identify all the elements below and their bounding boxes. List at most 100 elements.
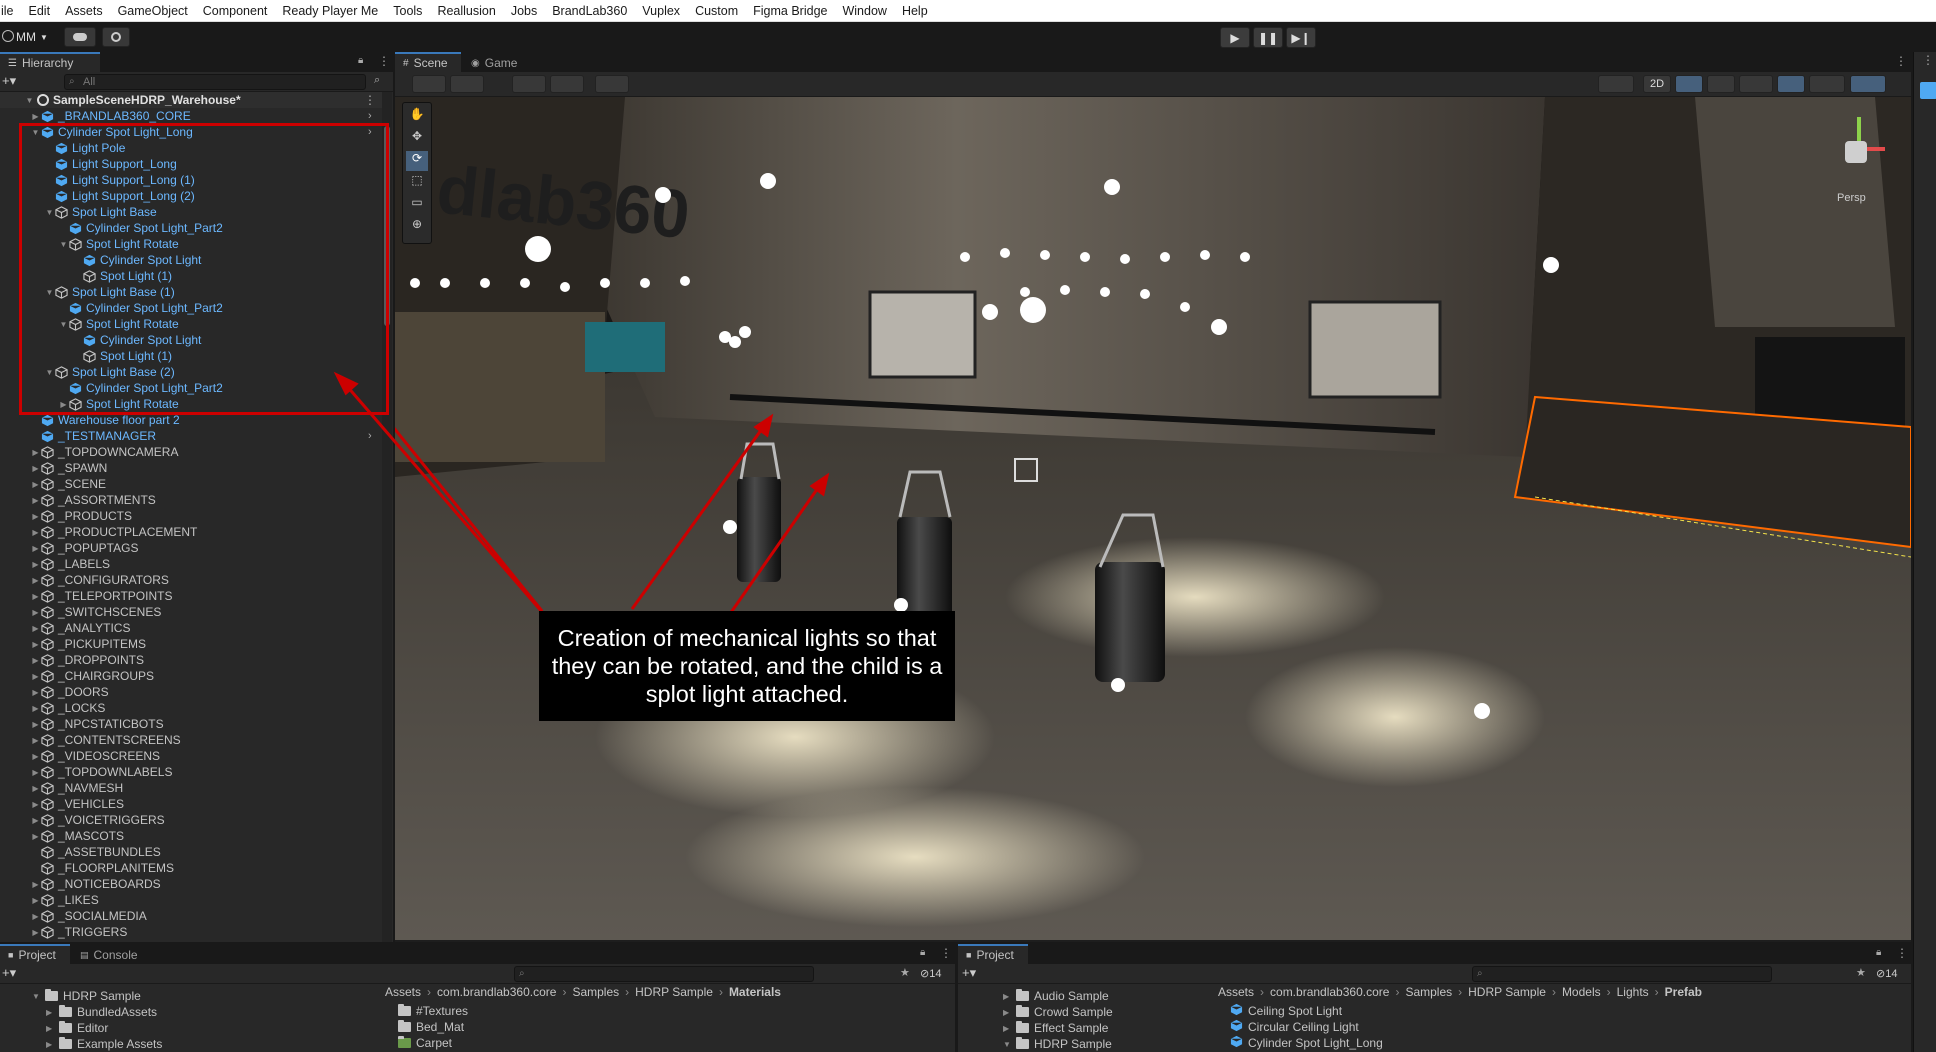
scene-more-icon[interactable]: ⋮ bbox=[1895, 54, 1907, 68]
folder-tree-item[interactable]: ▶ Editor bbox=[46, 1020, 108, 1036]
account-icon[interactable] bbox=[2, 30, 14, 42]
breadcrumb-item[interactable]: Materials bbox=[729, 985, 781, 999]
tab-console[interactable]: ▤ Console bbox=[72, 944, 152, 964]
chevron-right-icon[interactable]: ▶ bbox=[46, 1008, 54, 1017]
hierarchy-item[interactable]: ▶ _TRIGGERS bbox=[0, 924, 390, 940]
breadcrumb-item[interactable]: com.brandlab360.core bbox=[437, 985, 556, 999]
rotate-tool-icon[interactable]: ⟳ bbox=[406, 151, 428, 171]
view-tool-icon[interactable]: ✋ bbox=[406, 107, 428, 127]
folder-tree-item[interactable]: ▼ HDRP Sample bbox=[32, 988, 141, 1004]
chevron-right-icon[interactable]: ▶ bbox=[30, 752, 41, 761]
tab-project-left[interactable]: ■ Project bbox=[0, 944, 70, 964]
breadcrumb-item[interactable]: Samples bbox=[1405, 985, 1452, 999]
chevron-right-icon[interactable]: ▶ bbox=[1003, 992, 1011, 1001]
chevron-right-icon[interactable]: ▶ bbox=[30, 112, 41, 121]
lighting-toggle[interactable] bbox=[1675, 75, 1703, 93]
chevron-down-icon[interactable]: ▼ bbox=[32, 992, 40, 1001]
breadcrumb-item[interactable]: com.brandlab360.core bbox=[1270, 985, 1389, 999]
hierarchy-item[interactable]: ▶ _TOPDOWNCAMERA bbox=[0, 444, 390, 460]
chevron-right-icon[interactable]: ▶ bbox=[46, 1024, 54, 1033]
menu-item[interactable]: Reallusion bbox=[430, 4, 503, 18]
play-button[interactable]: ▶ bbox=[1220, 27, 1250, 48]
rect-tool-icon[interactable]: ▭ bbox=[406, 195, 428, 215]
breadcrumb-item[interactable]: Assets bbox=[385, 985, 421, 999]
hierarchy-item[interactable]: ▶ _SWITCHSCENES bbox=[0, 604, 390, 620]
menu-item[interactable]: Edit bbox=[22, 4, 59, 18]
hierarchy-item[interactable]: _FLOORPLANITEMS bbox=[0, 860, 390, 876]
chevron-down-icon[interactable]: ▼ bbox=[1003, 1040, 1011, 1049]
expand-arrow-icon[interactable]: ▼ bbox=[24, 96, 35, 105]
tab-hierarchy[interactable]: ☰ Hierarchy bbox=[0, 52, 100, 72]
hierarchy-item[interactable]: ▶ _LOCKS bbox=[0, 700, 390, 716]
chevron-right-icon[interactable]: ▶ bbox=[30, 832, 41, 841]
folder-tree-item[interactable]: ▶ BundledAssets bbox=[46, 1004, 157, 1020]
asset-item[interactable]: Cylinder Spot Light_Long bbox=[1230, 1035, 1383, 1051]
collab-button[interactable] bbox=[102, 27, 130, 47]
scale-tool-icon[interactable]: ⬚ bbox=[406, 173, 428, 193]
asset-item[interactable]: Carpet bbox=[398, 1035, 452, 1051]
add-icon[interactable]: +▾ bbox=[2, 73, 16, 89]
hierarchy-item[interactable]: ▶ _TELEPORTPOINTS bbox=[0, 588, 390, 604]
hierarchy-item[interactable]: ▶ _DOORS bbox=[0, 684, 390, 700]
hierarchy-item[interactable]: ▶ _MASCOTS bbox=[0, 828, 390, 844]
chevron-right-icon[interactable]: ▶ bbox=[30, 480, 41, 489]
scene-root-row[interactable]: ▼ SampleSceneHDRP_Warehouse* ⋮ bbox=[0, 92, 390, 108]
hierarchy-item[interactable]: ▶ _VOICETRIGGERS bbox=[0, 812, 390, 828]
align-button[interactable] bbox=[595, 75, 629, 93]
more-icon[interactable]: ⋮ bbox=[378, 54, 390, 68]
hierarchy-item[interactable]: ▶ _CONTENTSCREENS bbox=[0, 732, 390, 748]
chevron-right-icon[interactable]: ▶ bbox=[30, 784, 41, 793]
more-icon[interactable]: ⋮ bbox=[1896, 946, 1908, 960]
lock-icon[interactable]: 🔒︎ bbox=[920, 947, 925, 958]
menu-item[interactable]: Custom bbox=[688, 4, 746, 18]
folder-tree-item[interactable]: ▶ Audio Sample bbox=[1003, 988, 1109, 1004]
hierarchy-item[interactable]: ▶ _SPAWN bbox=[0, 460, 390, 476]
search-options-icon[interactable]: ⌕ bbox=[374, 74, 380, 87]
transform-tool-icon[interactable]: ⊕ bbox=[406, 217, 428, 237]
menu-item[interactable]: Assets bbox=[58, 4, 111, 18]
chevron-right-icon[interactable]: ▶ bbox=[30, 464, 41, 473]
breadcrumb-item[interactable]: Assets bbox=[1218, 985, 1254, 999]
menu-item[interactable]: GameObject bbox=[111, 4, 196, 18]
menu-item[interactable]: Tools bbox=[386, 4, 430, 18]
hierarchy-item[interactable]: ▶ _VIDEOSCREENS bbox=[0, 748, 390, 764]
hierarchy-item[interactable]: ▶ _ANALYTICS bbox=[0, 620, 390, 636]
hierarchy-item[interactable]: ▶ _PRODUCTS bbox=[0, 508, 390, 524]
hierarchy-item[interactable]: ▶ _CHAIRGROUPS bbox=[0, 668, 390, 684]
chevron-right-icon[interactable]: ▶ bbox=[30, 656, 41, 665]
lock-icon[interactable]: 🔒︎ bbox=[358, 55, 363, 66]
chevron-right-icon[interactable]: ▶ bbox=[30, 624, 41, 633]
toggle-2d-button[interactable]: 2D bbox=[1643, 75, 1671, 93]
menu-item[interactable]: Help bbox=[895, 4, 936, 18]
hierarchy-item[interactable]: ▶ _CONFIGURATORS bbox=[0, 572, 390, 588]
chevron-right-icon[interactable]: ▶ bbox=[1003, 1024, 1011, 1033]
menu-item[interactable]: Ready Player Me bbox=[275, 4, 386, 18]
gizmo-dropdown[interactable] bbox=[450, 75, 484, 93]
chevron-right-icon[interactable]: ▶ bbox=[30, 736, 41, 745]
hierarchy-item[interactable]: _TESTMANAGER › bbox=[0, 428, 390, 444]
chevron-right-icon[interactable]: ▶ bbox=[30, 928, 41, 937]
project-left-search-input[interactable]: ⌕ bbox=[514, 966, 814, 982]
cloud-button[interactable] bbox=[64, 27, 96, 47]
effects-dropdown[interactable] bbox=[1739, 75, 1773, 93]
asset-item[interactable]: Bed_Mat bbox=[398, 1019, 464, 1035]
chevron-right-icon[interactable]: ▶ bbox=[1003, 1008, 1011, 1017]
menu-item[interactable]: Figma Bridge bbox=[746, 4, 835, 18]
chevron-right-icon[interactable]: ▶ bbox=[46, 1040, 54, 1049]
more-icon[interactable]: ⋮ bbox=[940, 946, 952, 960]
projection-label[interactable]: Persp bbox=[1837, 192, 1866, 204]
hierarchy-item[interactable]: ▶ _NOTICEBOARDS bbox=[0, 876, 390, 892]
hierarchy-item[interactable]: ▶ _ASSORTMENTS bbox=[0, 492, 390, 508]
hierarchy-item[interactable]: ▶ _VEHICLES bbox=[0, 796, 390, 812]
hierarchy-item[interactable]: ▶ _NAVMESH bbox=[0, 780, 390, 796]
chevron-right-icon[interactable]: ▶ bbox=[30, 576, 41, 585]
hierarchy-item[interactable]: ▶ _TOPDOWNLABELS bbox=[0, 764, 390, 780]
chevron-right-icon[interactable]: ▶ bbox=[30, 800, 41, 809]
chevron-right-icon[interactable]: ▶ bbox=[30, 560, 41, 569]
hierarchy-item[interactable]: ▶ _POPUPTAGS bbox=[0, 540, 390, 556]
chevron-right-icon[interactable]: ▶ bbox=[30, 512, 41, 521]
move-tool-icon[interactable]: ✥ bbox=[406, 129, 428, 149]
menu-item[interactable]: ile bbox=[0, 4, 22, 18]
favorite-icon[interactable]: ★ bbox=[1856, 966, 1866, 979]
hierarchy-item[interactable]: ▶ _DROPPOINTS bbox=[0, 652, 390, 668]
